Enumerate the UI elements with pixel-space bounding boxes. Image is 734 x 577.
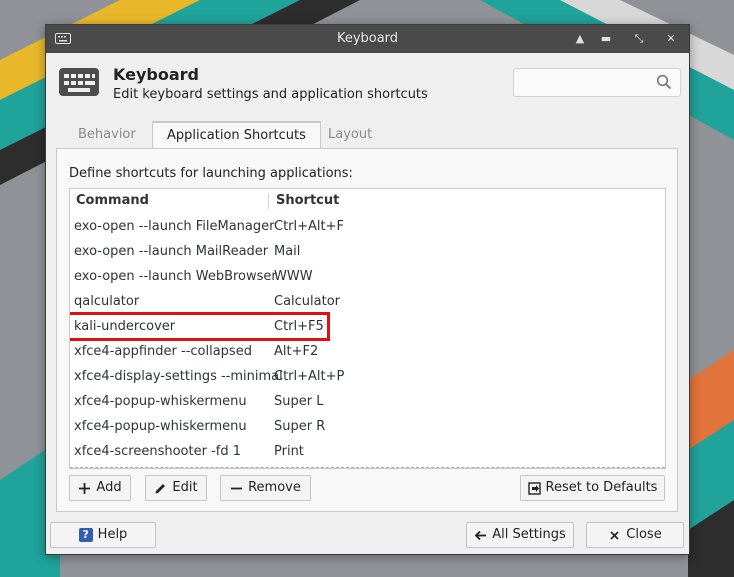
command-cell: xfce4-appfinder --collapsed <box>74 344 252 359</box>
close-button-label: Close <box>626 527 662 542</box>
shortcut-cell: Ctrl+F5 <box>274 319 324 334</box>
command-cell: kali-undercover <box>74 319 176 334</box>
edit-button-label: Edit <box>172 480 198 495</box>
header-subtitle: Edit keyboard settings and application s… <box>113 87 428 102</box>
shortcut-cell: Alt+F2 <box>274 344 319 359</box>
tab-application-shortcuts[interactable]: Application Shortcuts <box>152 121 321 150</box>
column-header-shortcut[interactable]: Shortcut <box>276 193 339 208</box>
minimize-icon: ▬ <box>600 32 612 45</box>
keyboard-large-icon <box>59 68 99 96</box>
command-cell: exo-open --launch FileManager <box>74 219 275 234</box>
triangle-up-icon: ▲ <box>575 32 585 45</box>
reset-button-label: Reset to Defaults <box>545 480 658 495</box>
tab-bar: Behavior Application Shortcuts Layout <box>56 121 678 150</box>
command-cell: xfce4-display-settings --minimal <box>74 369 283 384</box>
table-row[interactable]: qalculator Calculator <box>70 289 665 314</box>
table-row[interactable]: exo-open --launch WebBrowser WWW <box>70 264 665 289</box>
add-button[interactable]: Add <box>69 475 131 501</box>
shortcut-cell: Ctrl+Alt+P <box>274 369 345 384</box>
all-settings-button-label: All Settings <box>492 527 566 542</box>
remove-button[interactable]: Remove <box>220 475 311 501</box>
help-button-label: Help <box>97 527 128 542</box>
edit-button[interactable]: Edit <box>145 475 207 501</box>
table-row[interactable]: kali-undercover Ctrl+F5 <box>70 312 665 341</box>
tab-behavior[interactable]: Behavior <box>64 122 150 148</box>
reset-to-defaults-button[interactable]: Reset to Defaults <box>520 475 665 501</box>
maximize-icon: ⤡ <box>634 32 644 45</box>
command-cell: xfce4-popup-whiskermenu <box>74 419 247 434</box>
column-separator <box>268 193 269 209</box>
command-cell: exo-open --launch WebBrowser <box>74 269 277 284</box>
table-row[interactable]: xfce4-appfinder --collapsed Alt+F2 <box>70 339 665 364</box>
table-row[interactable]: xfce4-display-settings --minimal Ctrl+Alt… <box>70 364 665 389</box>
search-input[interactable] <box>513 68 681 97</box>
titlebar[interactable]: Keyboard ▲ ▬ ⤡ ✕ <box>46 25 689 53</box>
table-row[interactable]: xfce4-popup-whiskermenu Super L <box>70 389 665 414</box>
table-row[interactable]: xfce4-popup-whiskermenu Super R <box>70 414 665 439</box>
shortcut-cell: Ctrl+Alt+F <box>274 219 344 234</box>
close-x-icon <box>610 530 619 540</box>
minus-icon <box>231 487 243 489</box>
search-icon <box>656 74 672 90</box>
help-icon: ? <box>78 528 93 542</box>
arrow-left-icon <box>474 530 487 540</box>
shortcut-cell: Print <box>274 444 304 459</box>
header-title: Keyboard <box>113 65 199 84</box>
maximize-button[interactable]: ⤡ <box>630 30 648 48</box>
shortcut-cell: WWW <box>274 269 313 284</box>
shortcut-cell: Calculator <box>274 294 341 309</box>
command-cell: exo-open --launch MailReader <box>74 244 269 259</box>
command-cell: xfce4-screenshooter -fd 1 <box>74 444 242 459</box>
window-title: Keyboard <box>336 31 399 46</box>
table-bottom-border <box>70 467 665 468</box>
remove-button-label: Remove <box>248 480 301 495</box>
shortcut-cell: Super R <box>274 419 326 434</box>
revert-icon <box>527 481 541 495</box>
add-button-label: Add <box>96 480 122 495</box>
settings-notebook: Behavior Application Shortcuts Layout De… <box>56 121 678 512</box>
minimize-button[interactable]: ▬ <box>597 30 615 48</box>
column-header-command[interactable]: Command <box>76 193 149 208</box>
application-shortcuts-page: Define shortcuts for launching applicati… <box>56 148 678 512</box>
help-button[interactable]: ? Help <box>50 522 156 548</box>
close-button[interactable]: Close <box>586 522 684 548</box>
shade-button[interactable]: ▲ <box>571 30 589 48</box>
all-settings-button[interactable]: All Settings <box>466 522 574 548</box>
table-row[interactable]: exo-open --launch MailReader Mail <box>70 239 665 264</box>
close-icon: ✕ <box>666 32 676 45</box>
shortcuts-table[interactable]: Command Shortcut exo-open --launch FileM… <box>69 188 666 469</box>
pencil-icon <box>155 483 166 493</box>
shortcut-cell: Mail <box>274 244 301 259</box>
shortcut-cell: Super L <box>274 394 324 409</box>
keyboard-settings-window: Keyboard ▲ ▬ ⤡ ✕ Keyboard Edit keyboard … <box>45 24 690 555</box>
shortcuts-intro-label: Define shortcuts for launching applicati… <box>69 166 353 181</box>
tab-layout[interactable]: Layout <box>314 122 386 148</box>
table-row[interactable]: exo-open --launch FileManager Ctrl+Alt+F <box>70 214 665 239</box>
command-cell: qalculator <box>74 294 140 309</box>
table-row[interactable]: xfce4-screenshooter -fd 1 Print <box>70 439 665 464</box>
close-window-button[interactable]: ✕ <box>662 30 680 48</box>
command-cell: xfce4-popup-whiskermenu <box>74 394 247 409</box>
plus-icon <box>79 482 91 494</box>
